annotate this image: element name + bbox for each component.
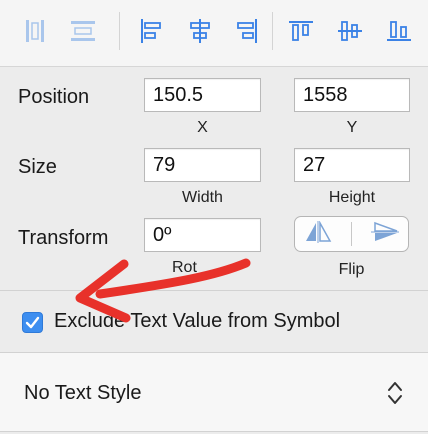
flip-label: Flip xyxy=(338,261,365,278)
align-middle-vertical-icon[interactable] xyxy=(335,14,365,48)
text-style-select[interactable]: No Text Style xyxy=(0,352,428,432)
flip-vertical-icon[interactable] xyxy=(370,221,399,248)
exclude-text-row: Exclude Text Value from Symbol xyxy=(0,291,428,351)
distribute-horizontal-icon[interactable] xyxy=(20,14,50,48)
transform-label: Transform xyxy=(18,227,109,249)
alignment-toolbar xyxy=(0,0,428,67)
align-left-icon[interactable] xyxy=(136,14,166,48)
exclude-text-label[interactable]: Exclude Text Value from Symbol xyxy=(54,310,340,333)
text-style-value: No Text Style xyxy=(24,382,142,404)
rotate-field[interactable]: 0º xyxy=(144,218,261,252)
position-x-label: X xyxy=(197,119,208,136)
size-label: Size xyxy=(18,156,57,178)
flip-button-group xyxy=(294,216,409,252)
align-top-icon[interactable] xyxy=(286,14,316,48)
rotate-label: Rot xyxy=(172,259,197,276)
align-bottom-icon[interactable] xyxy=(384,14,414,48)
exclude-text-checkbox[interactable] xyxy=(22,312,43,333)
height-label: Height xyxy=(328,189,376,206)
position-y-label: Y xyxy=(346,119,358,136)
distribute-vertical-icon[interactable] xyxy=(68,14,98,48)
position-x-field[interactable]: 150.5 xyxy=(144,78,261,112)
height-field[interactable]: 27 xyxy=(294,148,410,182)
chevron-up-down-icon xyxy=(386,380,404,411)
toolbar-separator xyxy=(119,12,120,50)
align-center-horizontal-icon[interactable] xyxy=(185,14,215,48)
checkmark-icon xyxy=(25,316,40,329)
position-y-field[interactable]: 1558 xyxy=(294,78,410,112)
flip-horizontal-icon[interactable] xyxy=(304,219,332,248)
toolbar-separator xyxy=(272,12,273,50)
width-field[interactable]: 79 xyxy=(144,148,261,182)
flip-divider xyxy=(350,222,352,246)
align-right-icon[interactable] xyxy=(232,14,262,48)
text-style-row: No Text Style xyxy=(0,352,428,434)
width-label: Width xyxy=(182,189,223,206)
position-label: Position xyxy=(18,86,90,108)
